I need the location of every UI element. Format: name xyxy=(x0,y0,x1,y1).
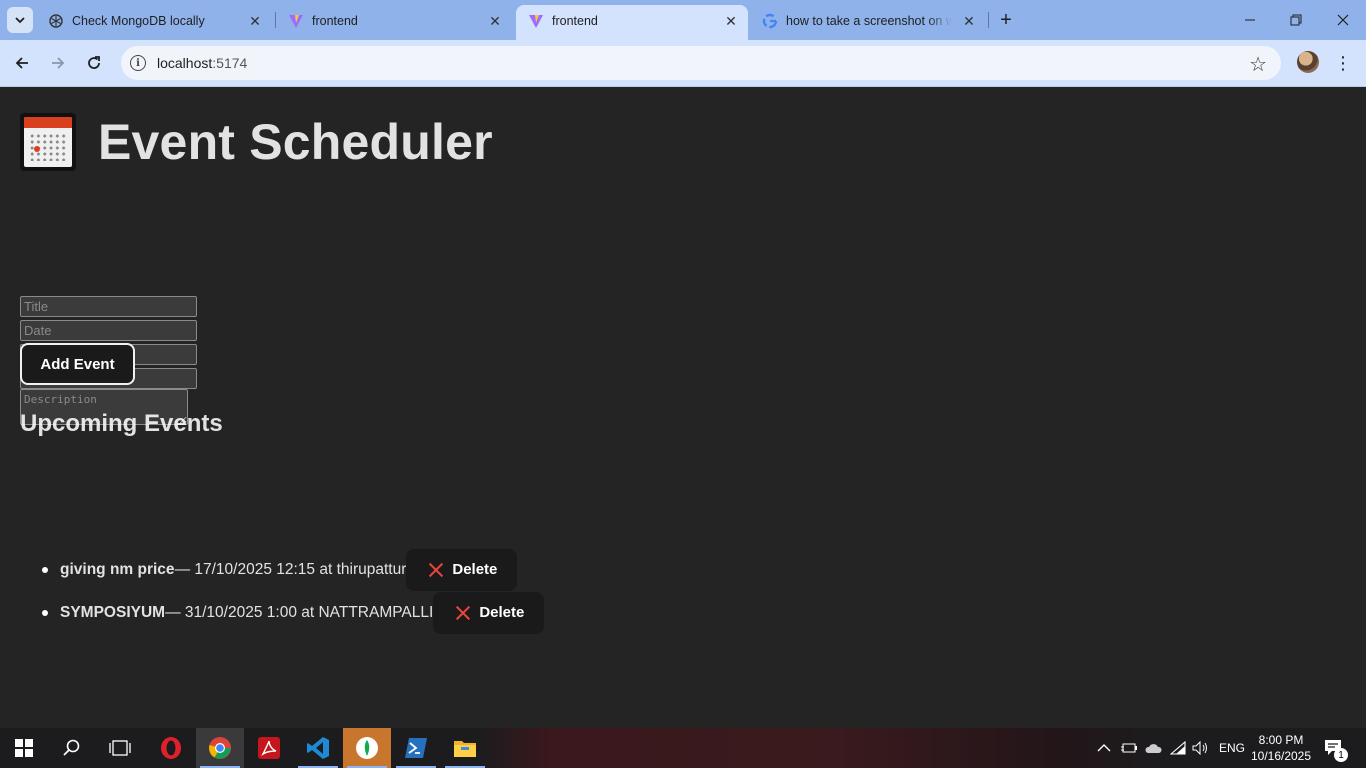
language-indicator[interactable]: ENG xyxy=(1219,728,1245,768)
task-view-icon[interactable] xyxy=(96,728,144,768)
back-button[interactable] xyxy=(9,50,35,76)
reload-button[interactable] xyxy=(81,50,107,76)
delete-event-button[interactable]: Delete xyxy=(433,591,545,634)
profile-avatar[interactable] xyxy=(1297,51,1319,73)
close-icon xyxy=(1337,14,1349,26)
delete-label: Delete xyxy=(479,604,525,621)
arrow-left-icon xyxy=(15,57,28,69)
url-port: :5174 xyxy=(212,55,248,71)
bookmark-star-icon[interactable]: ☆ xyxy=(1249,52,1267,77)
tab-title: frontend xyxy=(552,14,598,28)
vscode-icon[interactable] xyxy=(294,728,342,768)
tab-check-mongodb[interactable]: Check MongoDB locally ✕ xyxy=(36,5,272,40)
close-tab-icon[interactable]: ✕ xyxy=(722,12,740,30)
delete-label: Delete xyxy=(452,561,498,578)
delete-event-button[interactable]: Delete xyxy=(406,548,518,591)
notification-center[interactable]: 1 xyxy=(1324,728,1348,768)
date-input[interactable] xyxy=(20,320,197,341)
close-window-button[interactable] xyxy=(1320,6,1366,34)
tab-strip: Check MongoDB locally ✕ frontend ✕ front… xyxy=(0,0,1366,40)
vite-icon xyxy=(528,13,544,29)
tab-search-button[interactable] xyxy=(7,7,33,33)
upcoming-events-heading: Upcoming Events xyxy=(20,410,223,437)
notification-count-badge: 1 xyxy=(1334,748,1348,762)
event-title: giving nm price xyxy=(60,560,175,578)
tab-frontend-active[interactable]: frontend ✕ xyxy=(516,5,748,40)
url-text[interactable]: localhost:5174 xyxy=(157,55,247,71)
tab-title: Check MongoDB locally xyxy=(72,14,205,28)
event-item: SYMPOSIYUM — 31/10/2025 1:00 at NATTRAMP… xyxy=(41,591,545,634)
title-input[interactable] xyxy=(20,296,197,317)
close-icon xyxy=(428,562,444,578)
clock-time: 8:00 PM xyxy=(1258,733,1304,747)
tab-title: frontend xyxy=(312,14,358,28)
tab-google-search[interactable]: how to take a screenshot on wi ✕ xyxy=(750,5,986,40)
tab-title: how to take a screenshot on wi xyxy=(786,14,952,28)
address-bar[interactable]: i localhost:5174 ☆ xyxy=(121,46,1281,80)
event-details: — 31/10/2025 1:00 at NATTRAMPALLI xyxy=(165,603,434,621)
minimize-button[interactable] xyxy=(1227,6,1273,34)
openai-icon xyxy=(48,13,64,29)
event-title: SYMPOSIYUM xyxy=(60,603,166,621)
taskbar-clock[interactable]: 8:00 PM 10/16/2025 xyxy=(1246,732,1316,764)
arrow-right-icon xyxy=(52,57,65,69)
acrobat-icon[interactable] xyxy=(245,728,293,768)
chrome-icon[interactable] xyxy=(196,728,244,768)
event-item: giving nm price — 17/10/2025 12:15 at th… xyxy=(41,548,518,591)
new-tab-button[interactable]: + xyxy=(994,8,1018,32)
wifi-icon[interactable] xyxy=(1170,728,1186,768)
google-icon xyxy=(762,13,778,29)
browser-toolbar: i localhost:5174 ☆ xyxy=(0,40,1366,87)
page-title: Event Scheduler xyxy=(98,114,493,170)
minimize-icon xyxy=(1245,19,1255,21)
show-hidden-icons[interactable] xyxy=(1097,728,1111,768)
search-icon[interactable] xyxy=(48,728,96,768)
app-header: Event Scheduler xyxy=(20,113,493,171)
mongodb-compass-icon[interactable] xyxy=(343,728,391,768)
windows-taskbar: ENG 8:00 PM 10/16/2025 1 xyxy=(0,728,1366,768)
chevron-up-icon xyxy=(1097,744,1111,752)
event-details: — 17/10/2025 12:15 at thirupattur xyxy=(174,560,407,578)
clock-date: 10/16/2025 xyxy=(1250,749,1312,763)
vite-icon xyxy=(288,13,304,29)
file-explorer-icon[interactable] xyxy=(441,728,489,768)
calendar-icon xyxy=(20,113,76,171)
forward-button[interactable] xyxy=(45,50,71,76)
close-icon xyxy=(455,605,471,621)
battery-icon[interactable] xyxy=(1120,728,1138,768)
start-icon[interactable] xyxy=(0,728,48,768)
opera-icon[interactable] xyxy=(147,728,195,768)
close-tab-icon[interactable]: ✕ xyxy=(960,12,978,30)
chevron-down-icon xyxy=(15,17,25,24)
tab-separator xyxy=(988,12,989,28)
onedrive-icon[interactable] xyxy=(1144,728,1162,768)
restore-icon xyxy=(1290,14,1302,26)
url-host: localhost xyxy=(157,55,213,71)
tab-frontend-1[interactable]: frontend ✕ xyxy=(276,5,512,40)
browser-menu-icon[interactable]: ⋮ xyxy=(1333,50,1353,76)
close-tab-icon[interactable]: ✕ xyxy=(486,12,504,30)
volume-icon[interactable] xyxy=(1192,728,1210,768)
reload-icon xyxy=(88,56,100,69)
close-tab-icon[interactable]: ✕ xyxy=(246,12,264,30)
add-event-button[interactable]: Add Event xyxy=(20,343,135,385)
restore-button[interactable] xyxy=(1273,6,1319,34)
powershell-icon[interactable] xyxy=(392,728,440,768)
site-info-icon[interactable]: i xyxy=(130,55,146,71)
